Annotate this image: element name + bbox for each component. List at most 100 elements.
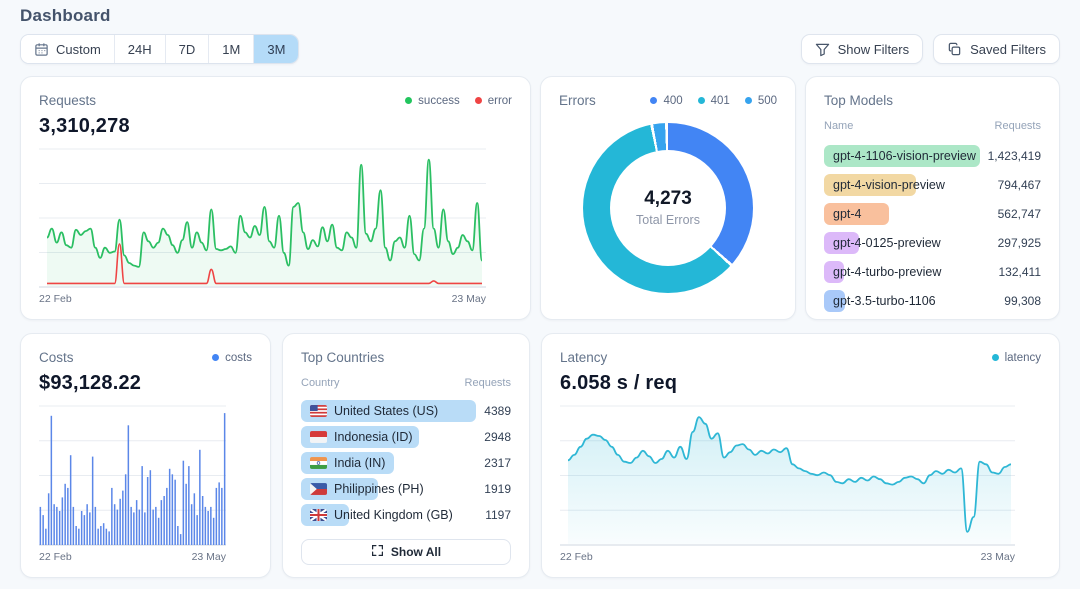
models-col-requests: Requests: [995, 120, 1041, 132]
country-name: United Kingdom (GB): [301, 508, 453, 522]
model-row-bar-cell: gpt-4-turbo-preview: [824, 261, 991, 283]
models-table-rows: gpt-4-1106-vision-preview1,423,419gpt-4-…: [824, 141, 1041, 315]
model-row-bar-cell: gpt-3.5-turbo-1106: [824, 290, 996, 312]
country-row: Philippines (PH) 1919: [301, 476, 511, 502]
dashboard-page: Dashboard Custom24H7D1M3M Show Filters S…: [0, 0, 1080, 578]
flag-icon-in: [310, 457, 327, 469]
expand-icon: [371, 544, 384, 560]
latency-chart: [560, 395, 1041, 548]
x-axis-start-label: 22 Feb: [39, 551, 72, 563]
model-name: gpt-4-1106-vision-preview: [824, 149, 976, 163]
flag-icon-gb: [310, 509, 327, 521]
x-axis-end-label: 23 May: [981, 551, 1015, 563]
requests-chart: [39, 138, 512, 290]
toolbar-filters: Show Filters Saved Filters: [801, 34, 1060, 64]
costs-total-value: $93,128.22: [39, 372, 252, 395]
model-name: gpt-4-vision-preview: [824, 178, 945, 192]
funnel-icon: [815, 42, 830, 57]
time-range-label: 3M: [267, 42, 285, 57]
country-name: Philippines (PH): [301, 482, 424, 496]
top-row: Requests success error 3,310,278 22 Feb 2…: [20, 76, 1060, 320]
legend-item-latency: latency: [992, 352, 1041, 364]
time-range-label: Custom: [56, 42, 101, 57]
model-row: gpt-4-0125-preview297,925: [824, 228, 1041, 257]
country-row-bar-cell: Philippines (PH): [301, 478, 476, 500]
errors-legend: 400401500: [650, 95, 777, 107]
legend-item-401: 401: [698, 95, 730, 107]
show-all-label: Show All: [391, 545, 441, 559]
models-col-name: Name: [824, 120, 853, 132]
latency-legend: latency: [992, 352, 1041, 364]
time-range-1m[interactable]: 1M: [209, 35, 254, 63]
flag-icon-us: [310, 405, 327, 417]
errors-donut-chart: 4,273 Total Errors: [583, 123, 753, 293]
country-name: United States (US): [301, 404, 438, 418]
time-range-24h[interactable]: 24H: [115, 35, 166, 63]
legend-dot-icon: [745, 97, 752, 104]
model-requests: 297,925: [998, 236, 1041, 250]
x-axis-end-label: 23 May: [192, 551, 226, 563]
time-range-3m[interactable]: 3M: [254, 35, 298, 63]
costs-card: Costs costs $93,128.22 22 Feb 23 May: [20, 333, 271, 578]
country-requests: 2317: [484, 456, 511, 470]
legend-item-success: success: [405, 95, 460, 107]
requests-total-value: 3,310,278: [39, 115, 512, 138]
country-row-bar-cell: India (IN): [301, 452, 476, 474]
show-filters-button[interactable]: Show Filters: [801, 34, 924, 64]
legend-label: latency: [1005, 352, 1041, 364]
country-requests: 2948: [484, 430, 511, 444]
costs-card-title: Costs: [39, 350, 74, 365]
model-requests: 1,423,419: [988, 149, 1041, 163]
model-row: gpt-4-1106-vision-preview 1,423,419: [824, 141, 1041, 170]
copy-icon: [947, 42, 962, 57]
errors-card: Errors 400401500 4,273 Total Errors: [540, 76, 796, 320]
costs-chart: [39, 395, 252, 548]
country-requests: 1197: [485, 508, 511, 522]
model-row: gpt-4-vision-preview 794,467: [824, 170, 1041, 199]
top-countries-card-title: Top Countries: [301, 350, 384, 365]
country-row: Indonesia (ID) 2948: [301, 424, 511, 450]
legend-dot-icon: [475, 97, 482, 104]
model-requests: 562,747: [998, 207, 1041, 221]
model-row: gpt-3.5-turbo-110699,308: [824, 286, 1041, 315]
time-range-selector: Custom 24H7D 1M 3M: [20, 34, 299, 64]
legend-item-error: error: [475, 95, 512, 107]
flag-icon-ph: [310, 483, 327, 495]
legend-dot-icon: [405, 97, 412, 104]
country-requests: 1919: [484, 482, 511, 496]
legend-label: error: [488, 95, 512, 107]
countries-col-country: Country: [301, 377, 340, 389]
models-table-header: Name Requests: [824, 120, 1041, 132]
country-name: India (IN): [301, 456, 385, 470]
countries-table-header: Country Requests: [301, 377, 511, 389]
latency-x-axis: 22 Feb 23 May: [560, 548, 1041, 565]
model-name: gpt-4-turbo-preview: [824, 265, 941, 279]
total-errors-label: Total Errors: [636, 213, 700, 227]
country-requests: 4389: [484, 404, 511, 418]
legend-label: costs: [225, 352, 252, 364]
country-row-bar-cell: Indonesia (ID): [301, 426, 476, 448]
show-all-button[interactable]: Show All: [301, 539, 511, 565]
time-range-label: 1M: [222, 42, 240, 57]
model-row: gpt-4 562,747: [824, 199, 1041, 228]
time-range-7d[interactable]: 7D: [166, 35, 210, 63]
toolbar: Custom 24H7D 1M 3M Show Filters Saved Filte…: [20, 34, 1060, 64]
country-row-bar-cell: United Kingdom (GB): [301, 504, 477, 526]
country-name: Indonesia (ID): [301, 430, 413, 444]
legend-item-costs: costs: [212, 352, 252, 364]
latency-card: Latency latency 6.058 s / req 22 Feb 23 …: [541, 333, 1060, 578]
requests-legend: success error: [405, 95, 512, 107]
country-row: India (IN) 2317: [301, 450, 511, 476]
model-row-bar-cell: gpt-4: [824, 203, 990, 225]
x-axis-start-label: 22 Feb: [39, 293, 72, 305]
time-range-custom[interactable]: Custom: [21, 35, 115, 63]
x-axis-end-label: 23 May: [452, 293, 486, 305]
errors-donut-wrap: 4,273 Total Errors: [559, 108, 777, 307]
saved-filters-button[interactable]: Saved Filters: [933, 34, 1060, 64]
total-errors-value: 4,273: [644, 188, 692, 210]
model-requests: 794,467: [998, 178, 1041, 192]
countries-col-requests: Requests: [465, 377, 511, 389]
top-models-card: Top Models Name Requests gpt-4-1106-visi…: [805, 76, 1060, 320]
requests-card-title: Requests: [39, 93, 96, 108]
requests-card: Requests success error 3,310,278 22 Feb 2…: [20, 76, 531, 320]
